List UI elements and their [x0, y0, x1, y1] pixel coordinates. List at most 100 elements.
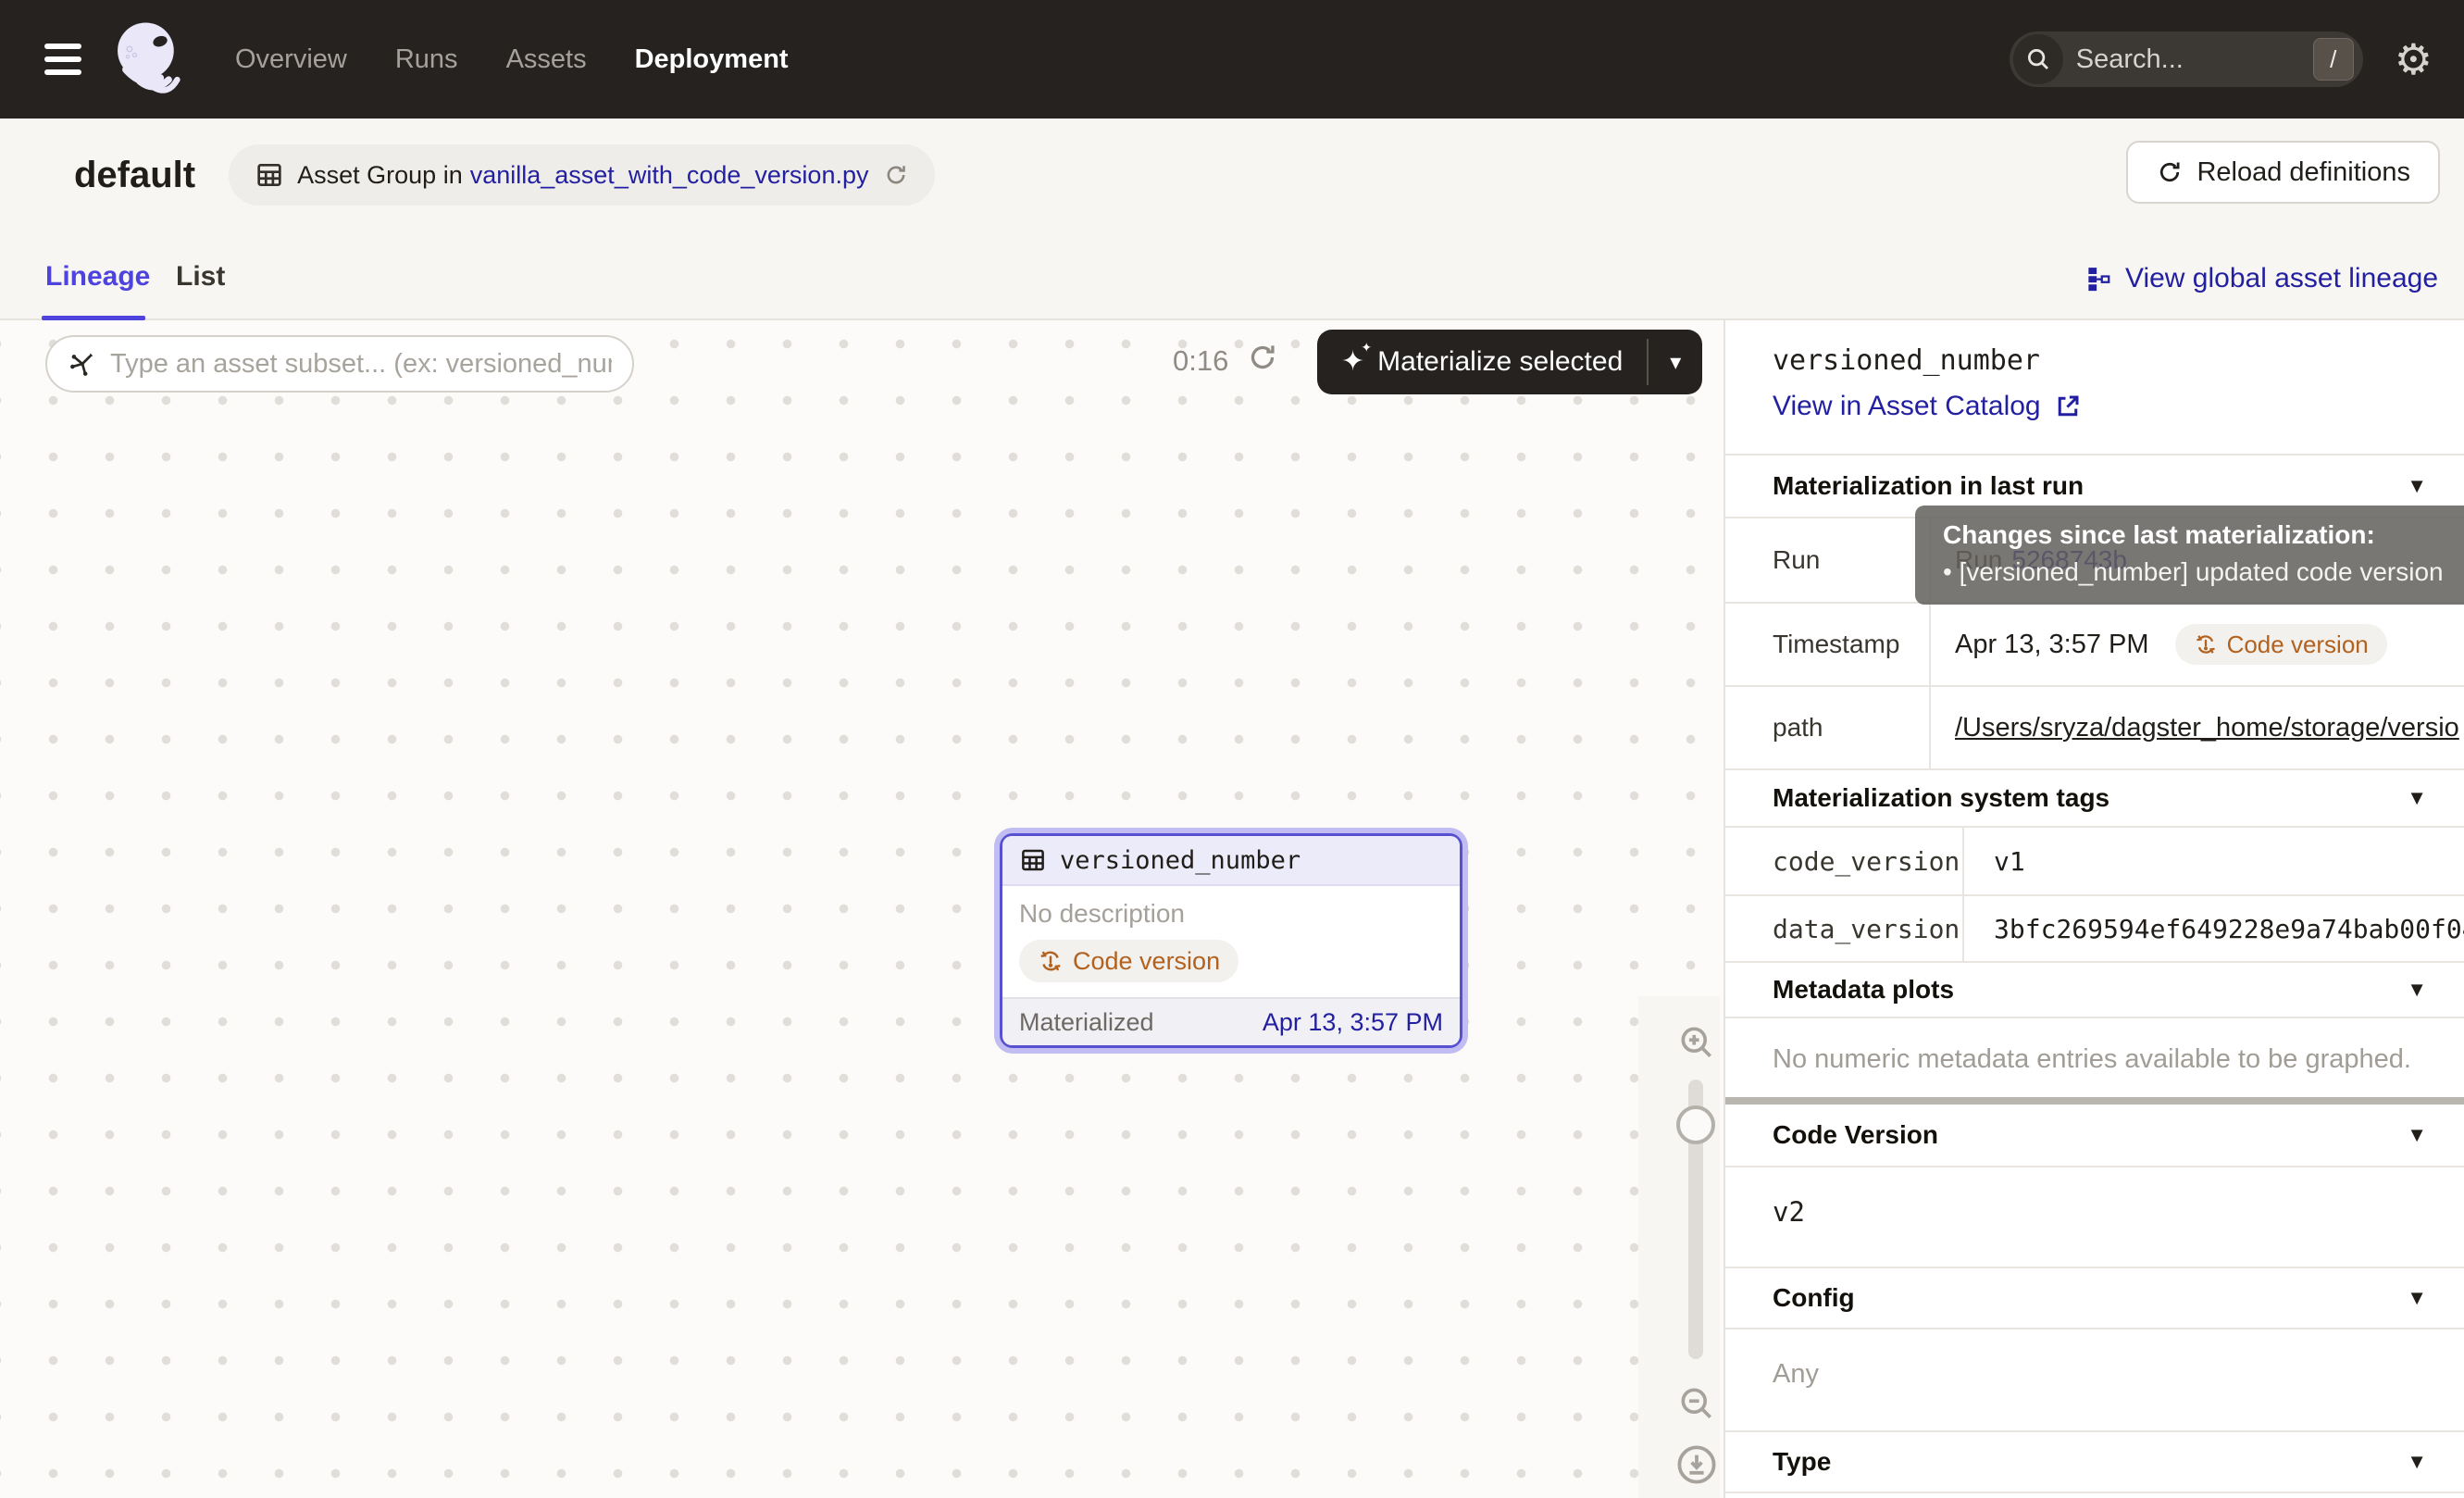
tag-key: data_version — [1725, 896, 1964, 961]
reload-definitions-button[interactable]: Reload definitions — [2126, 141, 2440, 204]
search-icon — [2013, 34, 2063, 84]
tab-list[interactable]: List — [176, 261, 225, 293]
nav-deployment[interactable]: Deployment — [635, 44, 789, 75]
section-title: Code Version — [1773, 1120, 1938, 1150]
asset-subset-input[interactable] — [110, 349, 612, 380]
section-config[interactable]: Config ▼ — [1725, 1267, 2464, 1328]
chevron-down-icon[interactable]: ▼ — [2407, 1286, 2427, 1310]
reload-icon — [2156, 158, 2184, 186]
main-nav: Overview Runs Assets Deployment — [235, 44, 789, 75]
asset-node-footer: Materialized Apr 13, 3:57 PM — [1002, 997, 1460, 1045]
section-type[interactable]: Type ▼ — [1725, 1430, 2464, 1492]
tag-key: code_version — [1725, 828, 1964, 894]
run-row-label: Run — [1725, 518, 1931, 602]
nav-overview[interactable]: Overview — [235, 44, 347, 75]
chevron-down-icon[interactable]: ▼ — [2407, 786, 2427, 810]
section-title: Type — [1773, 1447, 1831, 1477]
materialize-dropdown-caret[interactable]: ▾ — [1649, 330, 1702, 394]
materialized-timestamp-link[interactable]: Apr 13, 3:57 PM — [1263, 1008, 1443, 1037]
code-version-badge-label: Code version — [1073, 947, 1220, 976]
code-version-value: v2 — [1773, 1196, 1805, 1228]
op-selector-icon — [68, 349, 97, 379]
refresh-code-location-icon[interactable] — [883, 162, 909, 188]
view-global-asset-lineage-label: View global asset lineage — [2125, 263, 2438, 294]
tag-value: 3bfc269594ef649228e9a74bab00f04 — [1994, 914, 2464, 944]
timestamp-badge-label: Code version — [2227, 630, 2369, 659]
asset-details-sidebar: versioned_number View in Asset Catalog M… — [1724, 320, 2464, 1498]
page-title: default — [74, 155, 195, 196]
tooltip-title: Changes since last materialization: — [1943, 520, 2464, 550]
search-input[interactable] — [2076, 44, 2313, 75]
chevron-down-icon[interactable]: ▼ — [2407, 1123, 2427, 1147]
code-version-change-icon — [1038, 948, 1064, 974]
code-version-value-row — [1725, 1166, 2464, 1267]
asset-table-icon — [1019, 846, 1047, 874]
timestamp-value: Apr 13, 3:57 PM — [1955, 630, 2149, 660]
hamburger-menu-icon[interactable] — [44, 44, 81, 75]
path-value-link[interactable]: /Users/sryza/dagster_home/storage/versio — [1955, 713, 2459, 743]
asset-group-prefix: Asset Group in — [297, 161, 463, 190]
tag-value: v1 — [1994, 846, 2025, 877]
page-header: default Asset Group in vanilla_asset_wit… — [0, 119, 2464, 320]
code-version-change-icon — [2194, 632, 2218, 656]
zoom-out-icon[interactable] — [1676, 1383, 1717, 1424]
tabs-row: Lineage List View global asset lineage — [0, 235, 2464, 320]
asset-node-body: No description Code version — [1002, 886, 1460, 997]
code-version-changed-badge[interactable]: Code version — [1019, 940, 1238, 982]
chevron-down-icon[interactable]: ▼ — [2407, 474, 2427, 498]
nav-runs[interactable]: Runs — [395, 44, 458, 75]
materialize-selected-label: Materialize selected — [1377, 346, 1623, 378]
asset-node-title: versioned_number — [1060, 846, 1300, 875]
graph-refresh-icon[interactable] — [1246, 341, 1279, 374]
tooltip-change-item: • [versioned_number] updated code versio… — [1943, 557, 2464, 587]
section-materialization-system-tags[interactable]: Materialization system tags ▼ — [1725, 768, 2464, 826]
external-link-icon — [2054, 393, 2082, 420]
asset-group-pill: Asset Group in vanilla_asset_with_code_v… — [229, 144, 935, 206]
view-in-asset-catalog-label: View in Asset Catalog — [1773, 391, 2041, 422]
download-image-icon[interactable] — [1674, 1442, 1719, 1487]
materialize-selected-button[interactable]: ✦✦ Materialize selected ▾ — [1317, 330, 1702, 394]
zoom-in-icon[interactable] — [1676, 1022, 1717, 1063]
settings-gear-icon[interactable]: ⚙ — [2395, 38, 2433, 81]
tag-row-data-version: data_version 3bfc269594ef649228e9a74bab0… — [1725, 894, 2464, 961]
materialize-sparkle-icon: ✦✦ — [1341, 348, 1364, 376]
type-row-top-border — [1725, 1492, 2464, 1498]
timestamp-row-label: Timestamp — [1725, 604, 1931, 685]
config-value-row — [1725, 1328, 2464, 1430]
asset-graph-canvas[interactable]: 0:16 ✦✦ Materialize selected ▾ versioned… — [0, 320, 1724, 1498]
refresh-countdown-timer: 0:16 — [1173, 344, 1228, 378]
dagster-logo[interactable] — [107, 15, 193, 104]
sidebar-asset-name: versioned_number — [1773, 344, 2040, 377]
asset-node-versioned-number[interactable]: versioned_number No description Code ver… — [1000, 833, 1462, 1048]
view-global-asset-lineage-link[interactable]: View global asset lineage — [2084, 263, 2438, 294]
section-title: Config — [1773, 1283, 1855, 1313]
global-search[interactable]: / — [2010, 31, 2363, 87]
view-in-asset-catalog-link[interactable]: View in Asset Catalog — [1773, 391, 2082, 422]
materialized-status-label: Materialized — [1019, 1008, 1154, 1037]
zoom-slider-handle[interactable] — [1676, 1105, 1715, 1144]
timestamp-code-version-badge[interactable]: Code version — [2175, 624, 2387, 665]
section-title: Materialization system tags — [1773, 783, 2109, 813]
tag-row-code-version: code_version v1 — [1725, 826, 2464, 894]
definition-divider — [1725, 1097, 2464, 1105]
top-navigation-bar: Overview Runs Assets Deployment / ⚙ — [0, 0, 2464, 119]
asset-node-header: versioned_number — [1002, 836, 1460, 886]
asset-subset-filter[interactable] — [45, 335, 634, 393]
asset-group-grid-icon — [255, 160, 284, 190]
tab-lineage[interactable]: Lineage — [45, 261, 150, 293]
lineage-graph-icon — [2084, 265, 2112, 293]
path-row: path /Users/sryza/dagster_home/storage/v… — [1725, 685, 2464, 768]
nav-assets[interactable]: Assets — [506, 44, 587, 75]
chevron-down-icon[interactable]: ▼ — [2407, 978, 2427, 1002]
reload-definitions-label: Reload definitions — [2196, 157, 2410, 188]
changes-since-materialization-tooltip: Changes since last materialization: • [v… — [1915, 506, 2464, 605]
chevron-down-icon[interactable]: ▼ — [2407, 1450, 2427, 1474]
config-value: Any — [1773, 1359, 1819, 1390]
asset-group-file-link[interactable]: vanilla_asset_with_code_version.py — [470, 161, 869, 190]
section-code-version[interactable]: Code Version ▼ — [1725, 1105, 2464, 1166]
section-metadata-plots[interactable]: Metadata plots ▼ — [1725, 961, 2464, 1017]
section-title: Metadata plots — [1773, 975, 1954, 1005]
asset-node-description: No description — [1019, 899, 1443, 929]
timestamp-row: Timestamp Apr 13, 3:57 PM Code version — [1725, 602, 2464, 685]
section-title: Materialization in last run — [1773, 471, 2084, 501]
